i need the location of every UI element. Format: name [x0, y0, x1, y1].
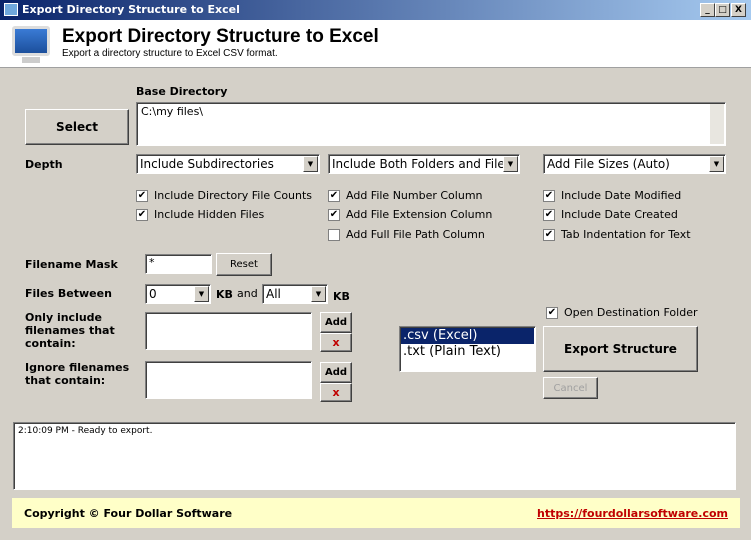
scrollbar[interactable] [710, 104, 724, 144]
items-value: Include Both Folders and Files [332, 157, 512, 171]
chevron-down-icon[interactable]: ▼ [311, 286, 326, 302]
export-structure-button[interactable]: Export Structure [543, 326, 698, 372]
format-option-txt[interactable]: .txt (Plain Text) [401, 344, 534, 360]
depth-label: Depth [25, 158, 63, 171]
ignore-remove-button[interactable]: x [320, 383, 352, 402]
file-sizes-dropdown[interactable]: Add File Sizes (Auto) ▼ [543, 154, 726, 174]
option-file-number[interactable]: ✔ Add File Number Column [328, 189, 483, 202]
checkbox[interactable]: ✔ [546, 306, 558, 319]
include-remove-button[interactable]: x [320, 333, 352, 352]
depth-value: Include Subdirectories [140, 157, 274, 171]
max-size-value: All [266, 287, 281, 301]
checkbox[interactable]: ✔ [136, 189, 148, 202]
and-label: and [237, 287, 258, 300]
option-date-modified[interactable]: ✔ Include Date Modified [543, 189, 681, 202]
option-label: Tab Indentation for Text [561, 228, 691, 241]
ignore-input[interactable] [145, 361, 312, 399]
min-size-value: 0 [149, 287, 157, 301]
chevron-down-icon[interactable]: ▼ [303, 156, 318, 172]
option-label: Include Date Created [561, 208, 678, 221]
option-file-extension[interactable]: ✔ Add File Extension Column [328, 208, 492, 221]
monitor-icon [12, 26, 50, 56]
option-label: Add File Number Column [346, 189, 483, 202]
copyright-text: Copyright © Four Dollar Software [24, 506, 233, 520]
file-sizes-value: Add File Sizes (Auto) [547, 157, 670, 171]
option-label: Open Destination Folder [564, 306, 698, 319]
website-link[interactable]: https://fourdollarsoftware.com [537, 507, 728, 520]
max-size-dropdown[interactable]: All ▼ [262, 284, 328, 304]
min-size-dropdown[interactable]: 0 ▼ [145, 284, 211, 304]
format-listbox[interactable]: .csv (Excel) .txt (Plain Text) [399, 326, 536, 372]
kb-unit-label: KB [333, 290, 350, 303]
log-output[interactable]: 2:10:09 PM - Ready to export. [13, 422, 736, 490]
title-bar: Export Directory Structure to Excel [0, 0, 751, 20]
minimize-button[interactable]: _ [700, 3, 715, 17]
page-subtitle: Export a directory structure to Excel CS… [62, 48, 278, 59]
cancel-button[interactable]: Cancel [543, 377, 598, 399]
option-hidden-files[interactable]: ✔ Include Hidden Files [136, 208, 264, 221]
chevron-down-icon[interactable]: ▼ [194, 286, 209, 302]
include-input[interactable] [145, 312, 312, 350]
option-label: Include Hidden Files [154, 208, 265, 221]
items-dropdown[interactable]: Include Both Folders and Files ▼ [328, 154, 520, 174]
checkbox[interactable]: ✔ [543, 189, 555, 202]
reset-button[interactable]: Reset [216, 253, 272, 276]
header: Export Directory Structure to Excel Expo… [0, 20, 751, 68]
chevron-down-icon[interactable]: ▼ [709, 156, 724, 172]
select-button[interactable]: Select [25, 109, 129, 145]
base-directory-value: C:\my files\ [141, 105, 204, 118]
open-destination-folder[interactable]: ✔ Open Destination Folder [546, 306, 698, 319]
checkbox[interactable]: ✔ [136, 208, 148, 221]
footer: Copyright © Four Dollar Software https:/… [12, 498, 740, 528]
option-label: Add File Extension Column [346, 208, 493, 221]
filename-mask-label: Filename Mask [25, 258, 118, 271]
files-between-label: Files Between [25, 287, 112, 300]
ignore-label: Ignore filenames that contain: [25, 361, 130, 387]
include-add-button[interactable]: Add [320, 312, 352, 333]
option-date-created[interactable]: ✔ Include Date Created [543, 208, 678, 221]
app-icon [4, 3, 18, 16]
page-title: Export Directory Structure to Excel [62, 26, 379, 47]
ignore-add-button[interactable]: Add [320, 362, 352, 383]
option-dir-file-counts[interactable]: ✔ Include Directory File Counts [136, 189, 312, 202]
base-directory-input[interactable]: C:\my files\ [136, 102, 726, 146]
include-label: Only include filenames that contain: [25, 311, 115, 350]
checkbox[interactable]: ✔ [328, 208, 340, 221]
filename-mask-input[interactable]: * [145, 254, 212, 274]
option-label: Include Date Modified [561, 189, 682, 202]
option-full-path[interactable]: Add Full File Path Column [328, 228, 485, 241]
format-option-csv[interactable]: .csv (Excel) [401, 328, 534, 344]
checkbox[interactable]: ✔ [328, 189, 340, 202]
monitor-stand-icon [22, 57, 40, 63]
chevron-down-icon[interactable]: ▼ [503, 156, 518, 172]
checkbox[interactable]: ✔ [543, 208, 555, 221]
checkbox[interactable]: ✔ [543, 228, 555, 241]
option-label: Include Directory File Counts [154, 189, 313, 202]
depth-dropdown[interactable]: Include Subdirectories ▼ [136, 154, 320, 174]
maximize-button[interactable]: □ [715, 3, 730, 17]
checkbox[interactable] [328, 228, 340, 241]
close-button[interactable]: X [731, 3, 746, 17]
option-label: Add Full File Path Column [346, 228, 485, 241]
option-tab-indentation[interactable]: ✔ Tab Indentation for Text [543, 228, 691, 241]
kb-unit-label: KB [216, 288, 233, 301]
window-title: Export Directory Structure to Excel [22, 3, 240, 16]
base-directory-label: Base Directory [136, 85, 228, 98]
